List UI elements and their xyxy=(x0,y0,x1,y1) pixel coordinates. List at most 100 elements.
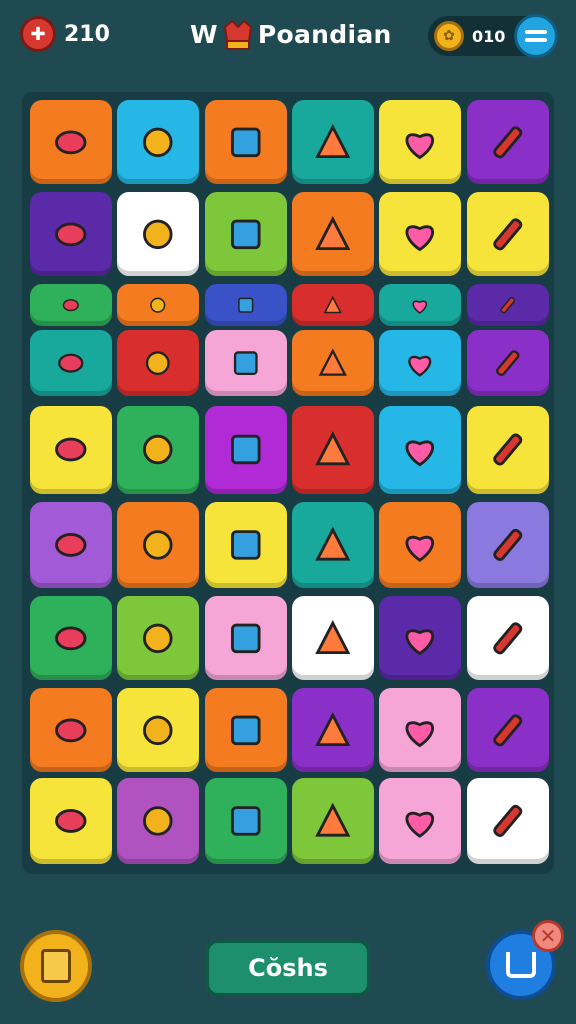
grid-tile[interactable] xyxy=(292,192,374,276)
carton-icon xyxy=(292,192,374,276)
grid-tile[interactable] xyxy=(379,330,461,396)
grid-tile[interactable] xyxy=(117,330,199,396)
grid-tile[interactable] xyxy=(379,192,461,276)
melon-icon xyxy=(467,596,549,680)
grid-tile[interactable] xyxy=(379,100,461,184)
grid-tile[interactable] xyxy=(292,502,374,588)
grid-tile[interactable] xyxy=(292,284,374,326)
coin-icon: ✿ xyxy=(434,21,464,51)
bowl-icon xyxy=(467,284,549,326)
menu-button[interactable] xyxy=(514,14,558,58)
lives-icon: ✚ xyxy=(20,16,56,52)
leaf-icon xyxy=(30,100,112,184)
grid-tile[interactable] xyxy=(292,596,374,680)
grid-tile[interactable] xyxy=(205,406,287,494)
grid-tile[interactable] xyxy=(467,778,549,864)
smiley-icon xyxy=(205,330,287,396)
grid-tile[interactable] xyxy=(292,406,374,494)
grid-tile[interactable] xyxy=(30,100,112,184)
grid-tile[interactable] xyxy=(117,100,199,184)
gear-icon xyxy=(30,406,112,494)
frame-icon xyxy=(292,502,374,588)
badge-icon xyxy=(30,502,112,588)
grid-tile[interactable] xyxy=(467,330,549,396)
cherry-icon xyxy=(117,778,199,864)
hat-icon xyxy=(117,284,199,326)
grid-tile[interactable] xyxy=(205,502,287,588)
grid-tile[interactable] xyxy=(292,100,374,184)
flowerpot-icon xyxy=(379,502,461,588)
grid-tile[interactable] xyxy=(379,502,461,588)
tube-icon xyxy=(467,502,549,588)
grid-tile[interactable] xyxy=(117,502,199,588)
grid-tile[interactable] xyxy=(205,688,287,772)
grid-tile[interactable] xyxy=(117,596,199,680)
close-icon[interactable]: ✕ xyxy=(532,920,564,952)
grid-tile[interactable] xyxy=(292,688,374,772)
sponge-icon xyxy=(30,596,112,680)
swirl-icon xyxy=(117,330,199,396)
collect-button[interactable]: Cŏshs xyxy=(206,940,370,996)
grid-tile[interactable] xyxy=(30,284,112,326)
brush-icon xyxy=(379,406,461,494)
book-icon xyxy=(117,192,199,276)
grid-tile[interactable] xyxy=(30,192,112,276)
grid-tile[interactable] xyxy=(30,688,112,772)
grid-tile[interactable] xyxy=(205,596,287,680)
chef-icon xyxy=(467,406,549,494)
grid-tile[interactable] xyxy=(467,688,549,772)
ribbon-icon xyxy=(292,596,374,680)
grid-tile[interactable] xyxy=(117,778,199,864)
grid-tile[interactable] xyxy=(379,596,461,680)
grid-tile[interactable] xyxy=(467,502,549,588)
grid-tile[interactable] xyxy=(205,778,287,864)
wrench-icon xyxy=(292,688,374,772)
grid-tile[interactable] xyxy=(467,100,549,184)
bandage-icon xyxy=(30,192,112,276)
coins-count: 010 xyxy=(472,26,506,46)
rose-icon xyxy=(467,100,549,184)
crown-icon xyxy=(222,17,254,51)
grid-tile[interactable] xyxy=(467,192,549,276)
popsicle-icon xyxy=(30,778,112,864)
inventory-button[interactable] xyxy=(20,930,92,1002)
grid-tile[interactable] xyxy=(379,688,461,772)
notepad-icon xyxy=(205,192,287,276)
grid-tile[interactable] xyxy=(117,406,199,494)
grid-tile[interactable] xyxy=(379,284,461,326)
grid-tile[interactable] xyxy=(205,284,287,326)
lives-counter[interactable]: ✚ 210 xyxy=(20,16,110,52)
grid-tile[interactable] xyxy=(379,778,461,864)
apple-icon xyxy=(292,330,374,396)
grid-tile[interactable] xyxy=(205,192,287,276)
tool-box-icon xyxy=(205,100,287,184)
grid-tile[interactable] xyxy=(379,406,461,494)
grid-tile[interactable] xyxy=(30,406,112,494)
title-rest: Poandian xyxy=(257,19,392,49)
game-title: W Poandian xyxy=(190,14,392,54)
title-prefix: W xyxy=(190,19,218,49)
shield-icon xyxy=(379,596,461,680)
grid-tile[interactable] xyxy=(117,192,199,276)
box-icon xyxy=(41,949,71,983)
grid-tile[interactable] xyxy=(467,284,549,326)
crayon-icon xyxy=(117,406,199,494)
grid-tile[interactable] xyxy=(467,596,549,680)
grid-tile[interactable] xyxy=(30,596,112,680)
grid-tile[interactable] xyxy=(467,406,549,494)
eraser-icon xyxy=(205,688,287,772)
grid-tile[interactable] xyxy=(30,502,112,588)
grid-tile[interactable] xyxy=(205,100,287,184)
screwdriver-icon xyxy=(117,688,199,772)
cookie-icon xyxy=(379,284,461,326)
grid-tile[interactable] xyxy=(117,284,199,326)
grid-tile[interactable] xyxy=(205,330,287,396)
crate-icon xyxy=(292,778,374,864)
grid-tile[interactable] xyxy=(30,330,112,396)
grid-tile[interactable] xyxy=(292,778,374,864)
grid-tile[interactable] xyxy=(30,778,112,864)
cabbage-icon xyxy=(379,100,461,184)
grid-tile[interactable] xyxy=(292,330,374,396)
candy-icon xyxy=(30,330,112,396)
grid-tile[interactable] xyxy=(117,688,199,772)
